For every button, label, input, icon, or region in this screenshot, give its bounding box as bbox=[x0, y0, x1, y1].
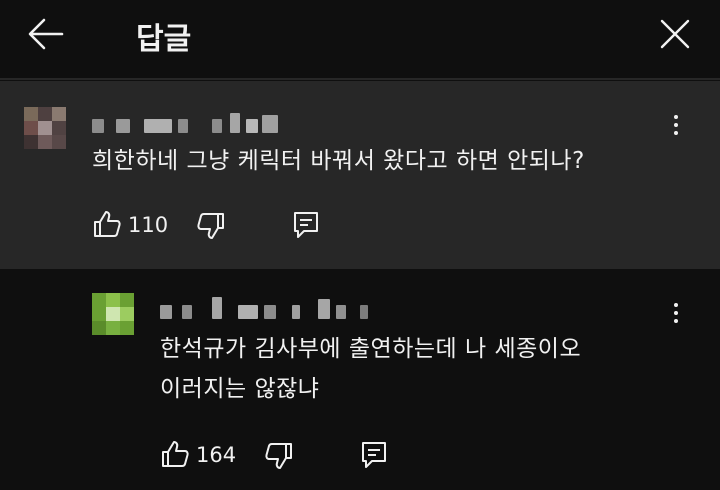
reply-comment-icon bbox=[362, 442, 386, 468]
like-count: 110 bbox=[128, 213, 169, 237]
like-button[interactable] bbox=[92, 209, 122, 239]
reply-comment: 한석규가 김사부에 출연하는데 나 세종이오 이러지는 않잖냐 164 bbox=[0, 269, 720, 490]
back-button[interactable] bbox=[22, 14, 70, 54]
comment-menu-button[interactable] bbox=[664, 111, 688, 141]
comment-text-line-1: 한석규가 김사부에 출연하는데 나 세종이오 bbox=[160, 336, 582, 362]
page-title: 답글 bbox=[136, 22, 192, 57]
like-button[interactable] bbox=[160, 439, 190, 469]
close-button[interactable] bbox=[652, 12, 698, 56]
dislike-button[interactable] bbox=[264, 441, 294, 471]
comment-text: 희한하네 그냥 케릭터 바꿔서 왔다고 하면 안되나? bbox=[92, 148, 585, 174]
reply-button[interactable] bbox=[292, 210, 320, 240]
comment-text-line-2: 이러지는 않잖냐 bbox=[160, 376, 320, 402]
more-vertical-icon bbox=[674, 115, 678, 119]
header-bar: 답글 bbox=[0, 0, 720, 80]
author-name-blurred bbox=[92, 113, 292, 135]
close-icon bbox=[660, 19, 690, 49]
thumbs-up-icon bbox=[162, 441, 189, 467]
parent-comment: 희한하네 그냥 케릭터 바꿔서 왔다고 하면 안되나? 110 bbox=[0, 81, 720, 269]
dislike-button[interactable] bbox=[196, 211, 226, 241]
like-count: 164 bbox=[196, 443, 237, 467]
comment-menu-button[interactable] bbox=[664, 299, 688, 329]
more-vertical-icon bbox=[674, 303, 678, 307]
avatar[interactable] bbox=[92, 293, 134, 335]
avatar[interactable] bbox=[24, 107, 66, 149]
thumbs-down-icon bbox=[197, 213, 224, 239]
author-name-blurred bbox=[160, 297, 380, 321]
reply-comment-icon bbox=[294, 212, 318, 238]
arrow-left-icon bbox=[28, 18, 64, 50]
reply-button[interactable] bbox=[360, 440, 388, 470]
thumbs-down-icon bbox=[265, 443, 292, 469]
thumbs-up-icon bbox=[94, 211, 121, 237]
